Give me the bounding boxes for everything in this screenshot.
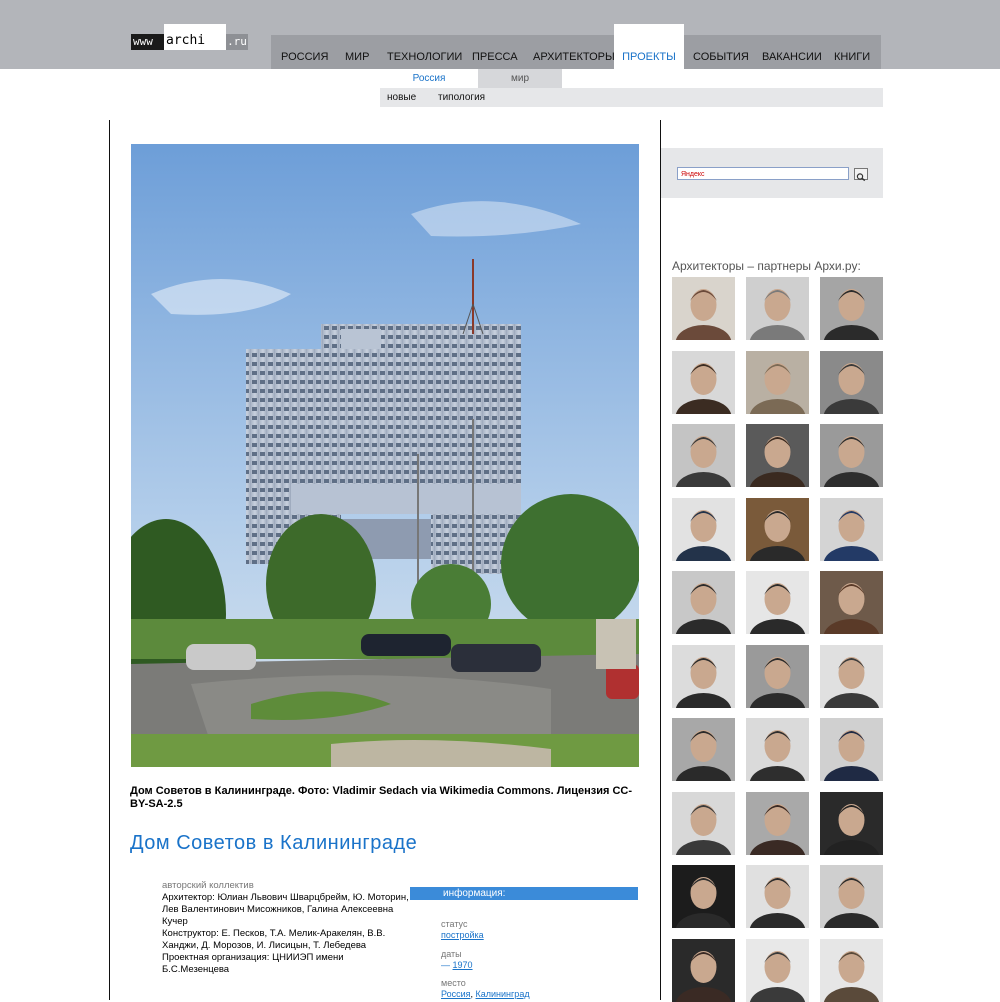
nav-item-press[interactable]: ПРЕССА [472, 35, 518, 69]
partner-architect-photo[interactable] [672, 791, 735, 855]
partner-architect-photo[interactable] [672, 497, 735, 561]
partner-architect-photo[interactable] [672, 424, 735, 487]
project-photo[interactable] [131, 144, 639, 767]
nav-item-technologies[interactable]: ТЕХНОЛОГИИ [387, 35, 462, 69]
nav-item-events[interactable]: СОБЫТИЯ [693, 35, 749, 69]
subnav-tab-world[interactable]: мир [478, 69, 562, 88]
dates-link[interactable]: 1970 [453, 960, 473, 970]
partner-architect-photo[interactable] [820, 424, 883, 487]
partner-architect-photo[interactable] [746, 277, 809, 340]
page-title: Дом Советов в Калининграде [130, 832, 418, 854]
partner-architect-photo[interactable] [672, 277, 735, 340]
nav-item-russia[interactable]: РОССИЯ [281, 35, 328, 69]
partner-architect-photo[interactable] [746, 350, 809, 414]
nav-item-vacancies[interactable]: ВАКАНСИИ [762, 35, 822, 69]
main-nav: РОССИЯ МИР ТЕХНОЛОГИИ ПРЕССА АРХИТЕКТОРЫ… [271, 24, 881, 69]
nav-item-projects[interactable]: ПРОЕКТЫ [614, 24, 684, 69]
partner-architect-photo[interactable] [820, 938, 883, 1002]
info-panel: информация: статус постройка даты — 1970… [410, 887, 638, 999]
partner-architect-photo[interactable] [746, 497, 809, 561]
subnav-item-typology[interactable]: типология [438, 88, 485, 107]
search-button[interactable] [854, 168, 868, 182]
search-icon [856, 173, 866, 182]
search-input[interactable]: Яндекс [677, 167, 849, 180]
search-panel: Яндекс [661, 148, 883, 198]
partner-architect-photo[interactable] [672, 350, 735, 414]
authors-organization: Проектная организация: ЦНИИЭП имени Б.С.… [162, 952, 344, 975]
nav-item-architects[interactable]: АРХИТЕКТОРЫ [533, 35, 615, 69]
content-border-left [109, 120, 110, 1000]
partner-architect-photo[interactable] [820, 718, 883, 781]
partner-architect-photo[interactable] [746, 865, 809, 928]
partner-architect-photo[interactable] [746, 644, 809, 708]
info-status: статус постройка [441, 919, 484, 941]
partner-architect-photo[interactable] [672, 644, 735, 708]
photo-caption: Дом Советов в Калининграде. Фото: Vladim… [130, 785, 633, 810]
partner-architect-photo[interactable] [746, 718, 809, 781]
partner-architect-photo[interactable] [820, 791, 883, 855]
partner-architect-photo[interactable] [820, 497, 883, 561]
content-border-right [660, 120, 661, 1000]
partner-architect-photo[interactable] [672, 718, 735, 781]
subnav: Россия мир [380, 69, 562, 88]
place-city-link[interactable]: Калининград [476, 989, 530, 999]
dates-label: даты [441, 949, 462, 959]
subnav-tab-russia[interactable]: Россия [380, 69, 478, 88]
authors-label: авторский коллектив [162, 880, 254, 891]
authors-architects: Архитектор: Юлиан Львович Шварцбрейм, Ю.… [162, 892, 409, 927]
partner-architect-photo[interactable] [746, 791, 809, 855]
info-header: информация: [410, 887, 638, 900]
place-country-link[interactable]: Россия [441, 989, 471, 999]
partner-architect-photo[interactable] [672, 865, 735, 928]
partner-architect-photo[interactable] [820, 644, 883, 708]
authors-block: авторский коллектив Архитектор: Юлиан Ль… [162, 880, 410, 976]
partner-architect-photo[interactable] [746, 571, 809, 634]
partner-architect-photo[interactable] [746, 424, 809, 487]
info-dates: даты — 1970 [441, 949, 473, 971]
partners-title: Архитекторы – партнеры Архи.ру: [672, 259, 861, 273]
nav-item-world[interactable]: МИР [345, 35, 369, 69]
place-label: место [441, 978, 466, 988]
partner-architect-photo[interactable] [820, 277, 883, 340]
subnav-item-new[interactable]: новые [387, 88, 416, 107]
logo-ru: .ru [226, 34, 248, 50]
authors-constructors: Конструктор: Е. Песков, Т.А. Мелик-Араке… [162, 928, 386, 951]
dates-prefix: — [441, 960, 453, 970]
status-label: статус [441, 919, 468, 929]
logo-main: archi [164, 24, 226, 50]
partner-architect-photo[interactable] [820, 571, 883, 634]
partner-architect-photo[interactable] [820, 350, 883, 414]
logo-www: www [131, 34, 164, 50]
site-logo[interactable]: www archi .ru [131, 24, 248, 50]
partner-architect-photo[interactable] [672, 571, 735, 634]
nav-item-books[interactable]: КНИГИ [834, 35, 870, 69]
partner-architect-photo[interactable] [746, 938, 809, 1002]
partner-architect-photo[interactable] [820, 865, 883, 928]
subnav-secondary: новые типология [380, 88, 883, 107]
partner-architect-photo[interactable] [672, 938, 735, 1002]
status-link[interactable]: постройка [441, 930, 484, 940]
info-place: место Россия, Калининград [441, 978, 530, 1000]
